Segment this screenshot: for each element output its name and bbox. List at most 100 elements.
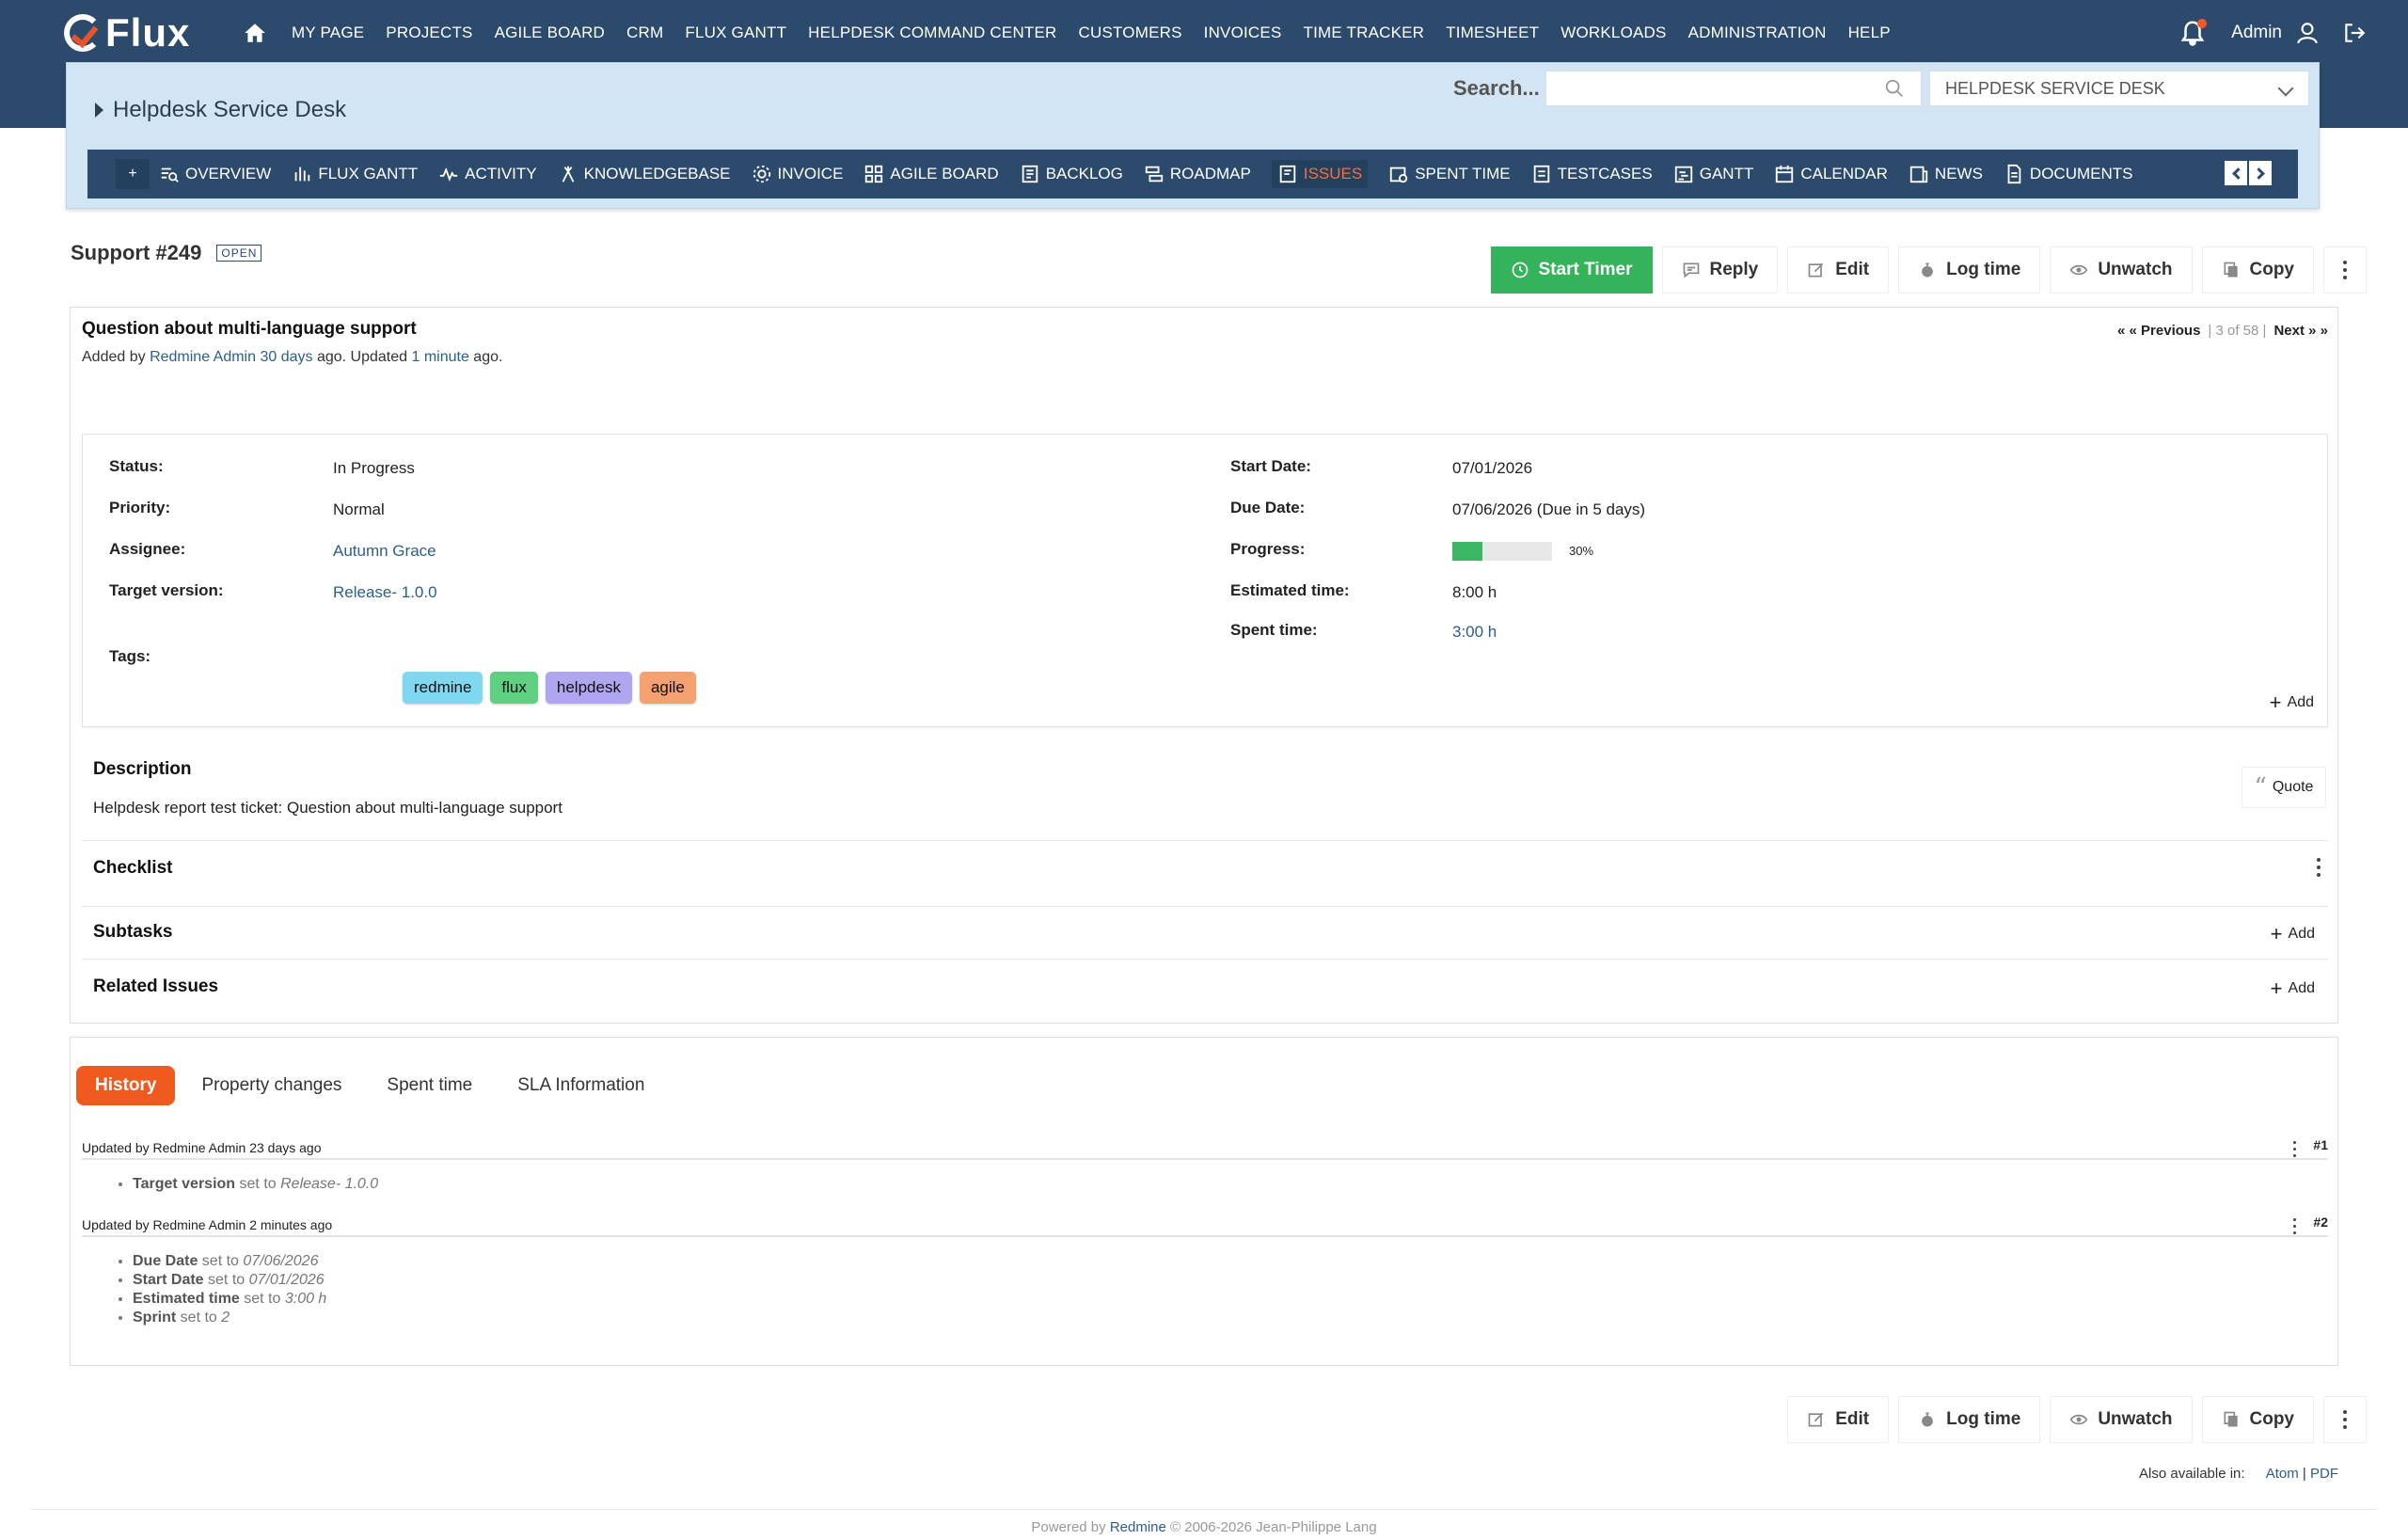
add-related-issue-button[interactable]: + Add [2271,976,2315,1001]
grid-icon [865,165,883,183]
checklist-section: Checklist [82,840,2328,906]
journal-entry: Updated by Redmine Admin 23 days ago #1 … [82,1137,2328,1194]
journal-number[interactable]: #1 [2313,1137,2328,1152]
chevron-right-icon[interactable] [2249,161,2272,185]
more-actions-button[interactable] [2323,1396,2367,1443]
tab-spent-time-history[interactable]: Spent time [387,1075,472,1096]
calendar-icon [1776,165,1794,183]
home-icon[interactable] [243,21,267,45]
top-menu: MY PAGE PROJECTS AGILE BOARD CRM FLUX GA… [292,0,1912,66]
tag-flux[interactable]: flux [490,672,538,704]
tab-flux-gantt[interactable]: FLUX GANTT [292,164,418,184]
chevron-left-icon[interactable] [2225,161,2247,185]
menu-invoices[interactable]: INVOICES [1204,24,1282,42]
tab-sla-information[interactable]: SLA Information [517,1075,644,1096]
journal-header: Updated by Redmine Admin 23 days ago #1 [82,1137,2328,1160]
kebab-icon [2343,1410,2347,1429]
copy-icon [2224,1411,2238,1427]
author-link[interactable]: Redmine Admin [150,349,256,365]
tab-roadmap[interactable]: ROADMAP [1144,164,1251,184]
log-time-button[interactable]: Log time [1898,246,2041,294]
tab-documents[interactable]: DOCUMENTS [2004,164,2132,184]
tab-property-changes[interactable]: Property changes [201,1075,341,1096]
journal-menu-button[interactable] [2293,1218,2296,1234]
status-badge: OPEN [216,245,262,262]
quote-button[interactable]: “Quote [2242,767,2326,808]
gantt-icon [1674,166,1692,183]
updated-ago-link[interactable]: 1 minute [411,349,468,365]
tag-agile[interactable]: agile [639,672,696,704]
tab-testcases[interactable]: TESTCASES [1531,164,1653,184]
unwatch-button[interactable]: Unwatch [2050,1396,2193,1443]
journal-header: Updated by Redmine Admin 2 minutes ago #… [82,1215,2328,1237]
spent-time-link[interactable]: 3:00 h [1452,623,1497,642]
tab-knowledgebase[interactable]: KNOWLEDGEBASE [558,164,731,184]
project-select[interactable]: HELPDESK SERVICE DESK [1929,71,2309,106]
tab-news[interactable]: NEWS [1909,164,1983,184]
tab-gantt[interactable]: GANTT [1673,164,1753,184]
project-title[interactable]: Helpdesk Service Desk [95,97,346,123]
tab-invoice[interactable]: INVOICE [752,164,843,184]
flux-logo[interactable]: Flux [64,8,190,58]
tab-history[interactable]: History [76,1066,176,1105]
menu-my-page[interactable]: MY PAGE [292,24,364,42]
tab-backlog[interactable]: BACKLOG [1020,164,1123,184]
search-input[interactable] [1545,71,1922,106]
attr-progress: Progress: 30% [1230,540,1593,561]
menu-administration[interactable]: ADMINISTRATION [1688,24,1827,42]
edit-button[interactable]: Edit [1787,246,1890,294]
tab-calendar[interactable]: CALENDAR [1774,164,1888,184]
tab-activity[interactable]: ACTIVITY [438,164,537,184]
copy-button[interactable]: Copy [2201,246,2314,294]
stopwatch-icon [1922,1412,1933,1427]
checklist-menu-button[interactable] [2317,858,2321,877]
search-icon[interactable] [1884,78,1905,99]
redmine-link[interactable]: Redmine [1110,1519,1166,1535]
comment-icon [1683,262,1699,278]
unwatch-button[interactable]: Unwatch [2050,246,2193,294]
add-attribute-button[interactable]: + Add [2270,691,2314,715]
notification-bell-icon[interactable] [2178,19,2208,47]
add-subtask-button[interactable]: + Add [2271,922,2315,946]
spent-time-icon [1390,167,1408,183]
target-version-link[interactable]: Release- 1.0.0 [333,583,437,602]
copy-button[interactable]: Copy [2201,1396,2314,1443]
added-ago-link[interactable]: 30 days [260,349,312,365]
tab-spent-time[interactable]: SPENT TIME [1388,164,1511,184]
tag-redmine[interactable]: redmine [403,672,483,704]
assignee-link[interactable]: Autumn Grace [333,542,436,561]
new-object-button[interactable]: + [116,159,150,189]
menu-helpdesk-command-center[interactable]: HELPDESK COMMAND CENTER [808,24,1056,42]
menu-help[interactable]: HELP [1848,24,1891,42]
next-link[interactable]: Next » » [2273,323,2328,339]
atom-link[interactable]: Atom [2266,1466,2299,1482]
pdf-link[interactable]: PDF [2310,1466,2338,1482]
user-icon[interactable] [2295,21,2320,45]
tab-agile-board[interactable]: AGILE BOARD [863,164,999,184]
menu-crm[interactable]: CRM [626,24,663,42]
log-time-button[interactable]: Log time [1898,1396,2041,1443]
menu-customers[interactable]: CUSTOMERS [1079,24,1182,42]
tag-helpdesk[interactable]: helpdesk [545,672,632,704]
issue-actions-bottom: Edit Log time Unwatch Copy [1778,1396,2367,1443]
logout-icon[interactable] [2342,21,2367,45]
tab-overview[interactable]: OVERVIEW [159,164,271,184]
menu-flux-gantt[interactable]: FLUX GANTT [685,24,786,42]
reply-button[interactable]: Reply [1661,246,1779,294]
kebab-icon [2293,1141,2296,1157]
journal-changes: Target version set to Release- 1.0.0 [133,1175,2328,1194]
journal-menu-button[interactable] [2293,1141,2296,1157]
user-name[interactable]: Admin [2231,23,2282,43]
start-timer-button[interactable]: Start Timer [1490,246,1653,294]
menu-projects[interactable]: PROJECTS [386,24,472,42]
menu-time-tracker[interactable]: TIME TRACKER [1303,24,1424,42]
attr-assignee: Assignee: Autumn Grace [109,540,436,560]
journal-number[interactable]: #2 [2313,1215,2328,1230]
menu-timesheet[interactable]: TIMESHEET [1446,24,1539,42]
previous-link[interactable]: « « Previous [2117,323,2200,339]
menu-workloads[interactable]: WORKLOADS [1560,24,1666,42]
menu-agile-board[interactable]: AGILE BOARD [495,24,605,42]
edit-button[interactable]: Edit [1787,1396,1890,1443]
tab-issues[interactable]: ISSUES [1271,160,1369,188]
more-actions-button[interactable] [2323,246,2367,294]
